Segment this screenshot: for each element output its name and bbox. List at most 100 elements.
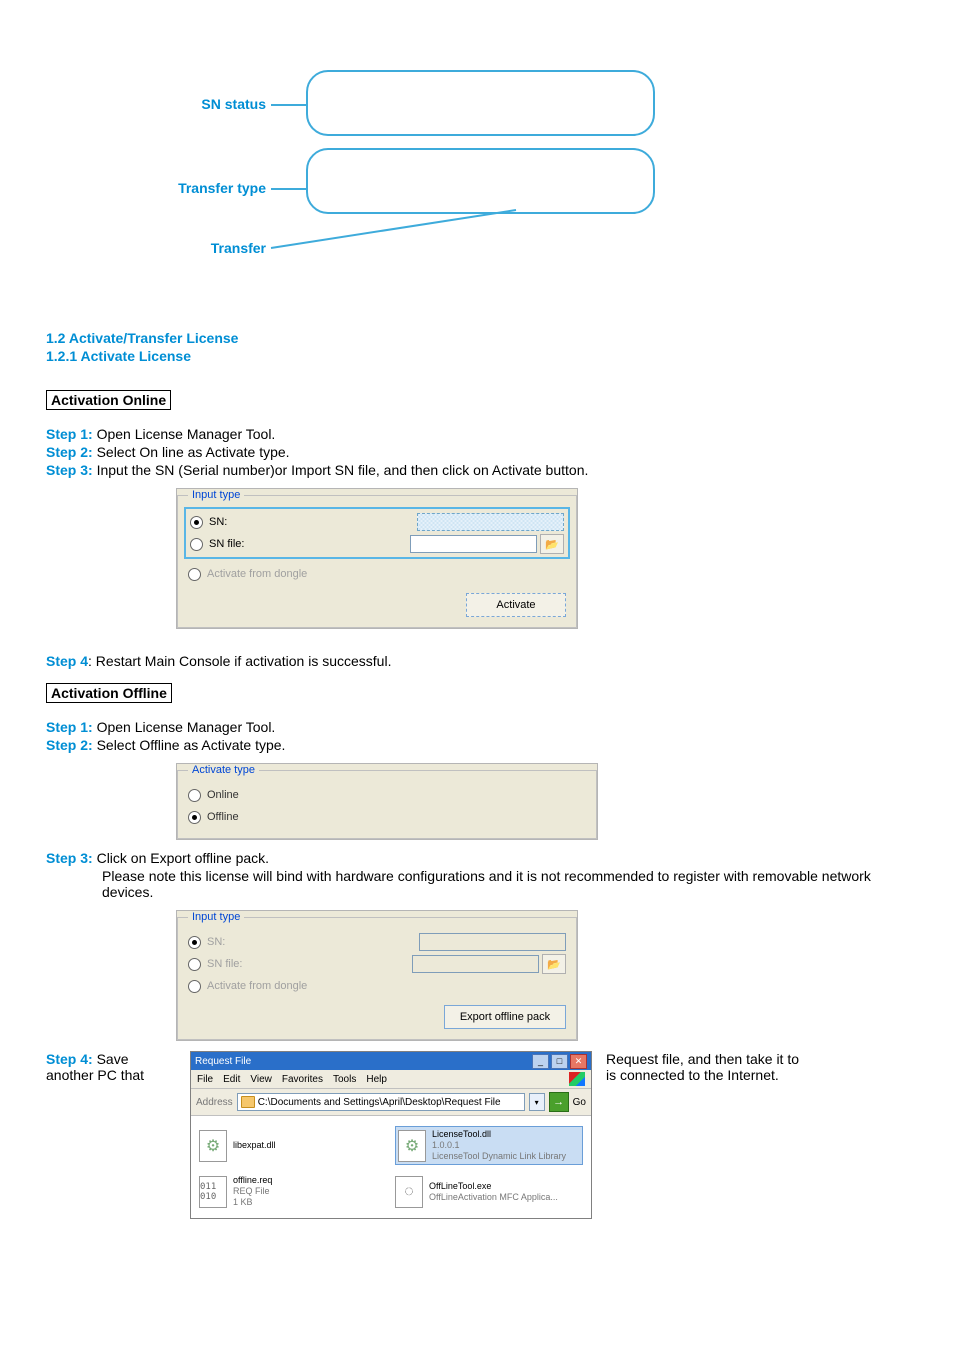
input-type-fieldset: Input type SN: SN file: 📂 Activate from …: [177, 489, 577, 628]
radio-label: SN file:: [207, 958, 242, 970]
close-button[interactable]: ✕: [570, 1054, 587, 1069]
file-libexpat[interactable]: libexpat.dll: [199, 1126, 387, 1165]
step4-right-line1: Request file, and then take it to: [606, 1051, 799, 1067]
file-name: LicenseTool.dll: [432, 1129, 566, 1140]
menu-favorites[interactable]: Favorites: [282, 1074, 323, 1085]
step4-left-text: Step 4: Save another PC that: [46, 1051, 176, 1083]
file-offlinetool-exe[interactable]: OffLineTool.exe OffLineActivation MFC Ap…: [395, 1175, 583, 1208]
step-text: Select On line as Activate type.: [93, 444, 290, 460]
step4-text: Save: [93, 1051, 129, 1067]
radio-label: Activate from dongle: [207, 980, 307, 992]
step-label: Step 2:: [46, 444, 93, 460]
online-step-4: Step 4: Restart Main Console if activati…: [46, 653, 908, 669]
file-licensetool-dll[interactable]: LicenseTool.dll 1.0.0.1 LicenseTool Dyna…: [395, 1126, 583, 1165]
step-text: Open License Manager Tool.: [93, 719, 276, 735]
radio-sn[interactable]: SN:: [190, 511, 564, 533]
explorer-title-text: Request File: [195, 1056, 251, 1067]
radio-icon: [188, 811, 201, 824]
step-label: Step 3:: [46, 462, 93, 478]
file-desc: LicenseTool Dynamic Link Library: [432, 1151, 566, 1162]
annotation-diagram: SN status Transfer type Transfer: [46, 40, 908, 300]
section-subheading: 1.2.1 Activate License: [46, 348, 908, 364]
activate-type-fieldset: Activate type Online Offline: [177, 764, 597, 839]
explorer-addressbar: Address C:\Documents and Settings\April\…: [191, 1089, 591, 1116]
browse-button: 📂: [542, 954, 566, 974]
step4-right-line2: is connected to the Internet.: [606, 1067, 779, 1083]
radio-label: SN:: [209, 516, 227, 528]
file-type: REQ File: [233, 1186, 272, 1197]
folder-icon: [241, 1096, 255, 1108]
file-version: 1.0.0.1: [432, 1140, 566, 1151]
explorer-menubar: File Edit View Favorites Tools Help: [191, 1070, 591, 1089]
input-type-fieldset: Input type SN: SN file: 📂 Activate from …: [177, 911, 577, 1040]
menu-help[interactable]: Help: [366, 1074, 387, 1085]
step-text: Open License Manager Tool.: [93, 426, 276, 442]
maximize-button[interactable]: □: [551, 1054, 568, 1069]
activate-button[interactable]: Activate: [466, 593, 566, 617]
menu-view[interactable]: View: [250, 1074, 272, 1085]
radio-sn-file: SN file: 📂: [188, 953, 566, 975]
address-field[interactable]: C:\Documents and Settings\April\Desktop\…: [237, 1093, 525, 1111]
radio-label: Offline: [207, 811, 239, 823]
online-step-1: Step 1: Open License Manager Tool.: [46, 426, 908, 442]
step-label: Step 4:: [46, 1051, 93, 1067]
file-size: 1 KB: [233, 1197, 272, 1208]
offline-step-3-note: Please note this license will bind with …: [102, 868, 908, 900]
label-sn-status: SN status: [86, 96, 266, 112]
sn-file-field: 📂: [412, 954, 566, 974]
sn-file-input-disabled: [412, 955, 539, 973]
radio-sn: SN:: [188, 931, 566, 953]
activation-offline-heading: Activation Offline: [46, 683, 172, 703]
section-heading: 1.2 Activate/Transfer License: [46, 330, 908, 346]
radio-icon: [190, 516, 203, 529]
sn-input-disabled: [419, 933, 566, 951]
offline-step-2: Step 2: Select Offline as Activate type.: [46, 737, 908, 753]
step-label: Step 1:: [46, 426, 93, 442]
go-button[interactable]: →: [549, 1092, 569, 1112]
step-text: : Restart Main Console if activation is …: [88, 653, 391, 669]
label-transfer: Transfer: [86, 240, 266, 256]
sn-highlight: SN: SN file: 📂: [184, 507, 570, 559]
file-desc: OffLineActivation MFC Applica...: [429, 1192, 558, 1203]
browse-button[interactable]: 📂: [540, 534, 564, 554]
file-name: offline.req: [233, 1175, 272, 1186]
radio-label: Online: [207, 789, 239, 801]
dll-icon: [199, 1130, 227, 1162]
activate-type-legend: Activate type: [188, 764, 259, 776]
bubble-transfer-type: [306, 148, 655, 214]
req-file-icon: 011 010: [199, 1176, 227, 1208]
sn-file-input[interactable]: [410, 535, 537, 553]
exe-icon: [395, 1176, 423, 1208]
online-step-2: Step 2: Select On line as Activate type.: [46, 444, 908, 460]
step-text: Click on Export offline pack.: [93, 850, 269, 866]
radio-label: SN file:: [209, 538, 244, 550]
radio-from-dongle: Activate from dongle: [188, 563, 566, 585]
online-step-3: Step 3: Input the SN (Serial number)or I…: [46, 462, 908, 478]
address-label: Address: [196, 1097, 233, 1108]
menu-file[interactable]: File: [197, 1074, 213, 1085]
menu-edit[interactable]: Edit: [223, 1074, 240, 1085]
export-offline-button[interactable]: Export offline pack: [444, 1005, 566, 1029]
radio-label: SN:: [207, 936, 225, 948]
sn-input[interactable]: [417, 513, 564, 531]
radio-icon: [190, 538, 203, 551]
activation-online-heading: Activation Online: [46, 390, 171, 410]
radio-label: Activate from dongle: [207, 568, 307, 580]
radio-online[interactable]: Online: [188, 784, 586, 806]
file-offline-req[interactable]: 011 010 offline.req REQ File 1 KB: [199, 1175, 387, 1208]
windows-flag-icon: [569, 1072, 585, 1086]
offline-step-1: Step 1: Open License Manager Tool.: [46, 719, 908, 735]
minimize-button[interactable]: _: [532, 1054, 549, 1069]
input-type-dialog-offline: Input type SN: SN file: 📂 Activate from …: [176, 910, 578, 1041]
step4-text-cont: another PC that: [46, 1067, 144, 1083]
menu-tools[interactable]: Tools: [333, 1074, 356, 1085]
step4-center: Request File _ □ ✕ File Edit View Favori…: [190, 1051, 592, 1219]
address-dropdown[interactable]: ▾: [529, 1093, 545, 1111]
file-name: OffLineTool.exe: [429, 1181, 558, 1192]
step-text: Input the SN (Serial number)or Import SN…: [93, 462, 589, 478]
step-label: Step 2:: [46, 737, 93, 753]
input-type-legend: Input type: [188, 911, 244, 923]
radio-offline[interactable]: Offline: [188, 806, 586, 828]
radio-icon: [188, 958, 201, 971]
radio-sn-file[interactable]: SN file: 📂: [190, 533, 564, 555]
